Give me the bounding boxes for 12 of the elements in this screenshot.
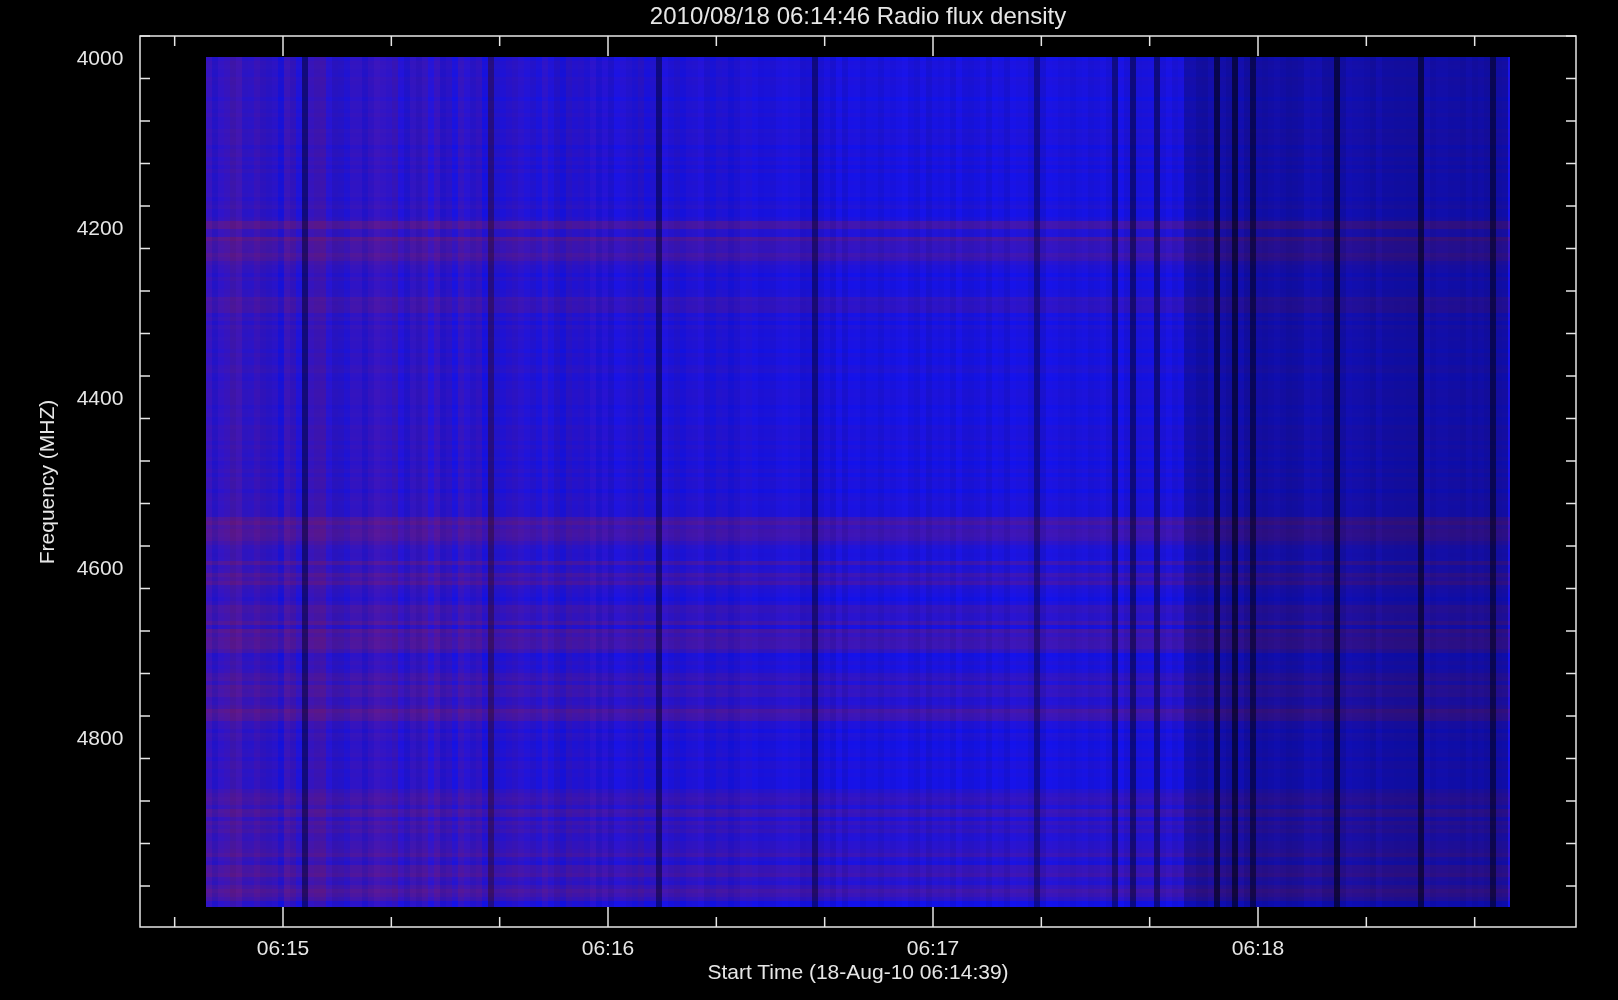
y-tick-label: 4400 — [76, 386, 124, 409]
y-tick-label: 4600 — [76, 556, 124, 579]
y-axis-label: Frequency (MHZ) — [35, 399, 58, 565]
x-tick-label: 06:18 — [1231, 936, 1285, 959]
x-tick-label: 06:16 — [581, 936, 635, 959]
y-tick-label: 4800 — [76, 726, 124, 749]
y-tick-label: 4000 — [76, 46, 124, 69]
x-tick-label: 06:17 — [906, 936, 960, 959]
chart-title: 2010/08/18 06:14:46 Radio flux density — [649, 2, 1067, 29]
y-tick-label: 4200 — [76, 216, 124, 239]
x-tick-label: 06:15 — [256, 936, 310, 959]
x-axis-label: Start Time (18-Aug-10 06:14:39) — [707, 960, 1009, 983]
